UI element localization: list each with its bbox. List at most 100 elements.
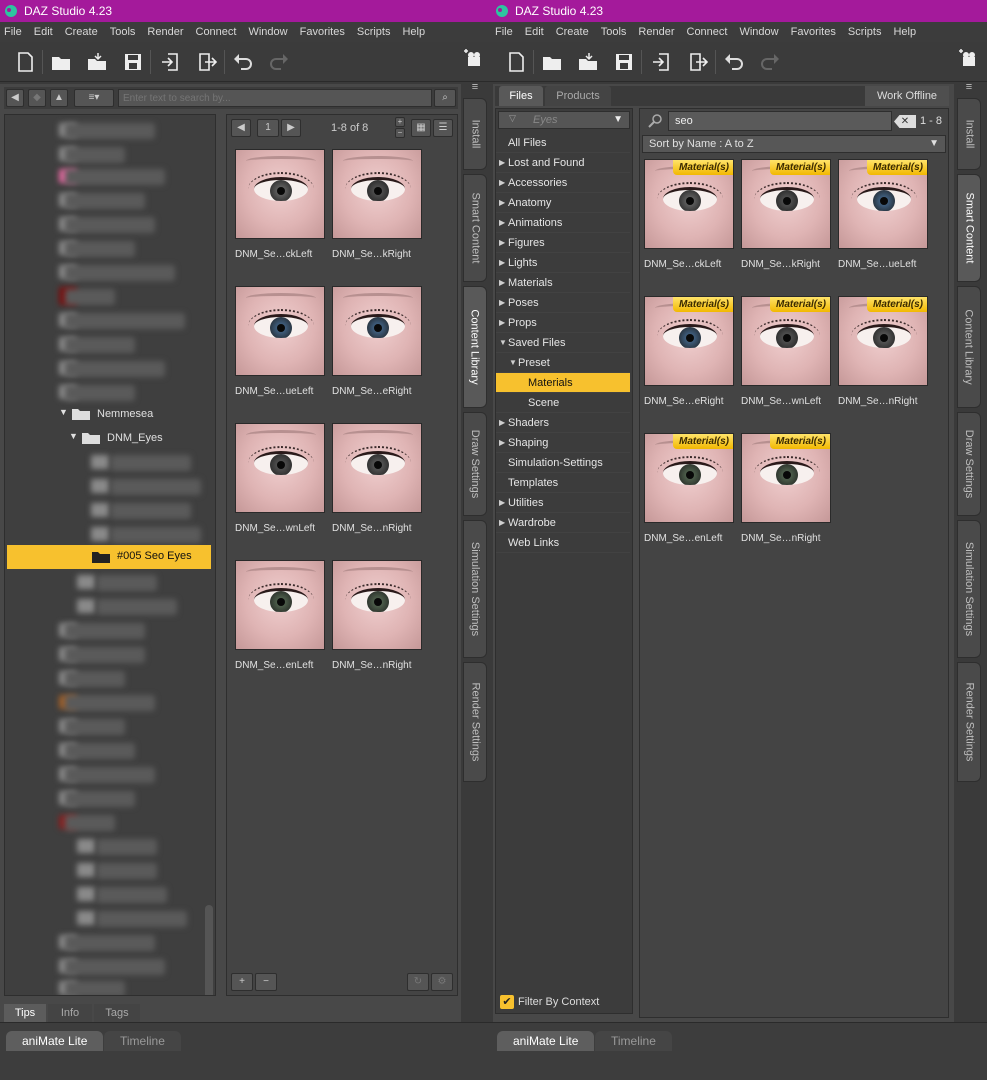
asset-thumbnail[interactable] — [235, 423, 325, 513]
redo-icon[interactable] — [268, 51, 290, 73]
menu-edit[interactable]: Edit — [525, 26, 544, 38]
menu-render[interactable]: Render — [638, 26, 674, 38]
category-item[interactable]: ▶ Animations — [496, 213, 630, 233]
tab-products[interactable]: Products — [545, 86, 611, 106]
save-icon[interactable] — [613, 51, 635, 73]
category-item[interactable]: ▶ Lost and Found — [496, 153, 630, 173]
expand-arrow-icon[interactable]: ▶ — [499, 493, 505, 513]
expand-arrow-icon[interactable]: ▼ — [59, 407, 68, 417]
next-page-icon[interactable]: ▶ — [281, 119, 301, 137]
filter-context-checkbox[interactable]: ✔ — [500, 995, 514, 1009]
new-file-icon[interactable] — [14, 51, 36, 73]
tab-animate-lite[interactable]: aniMate Lite — [497, 1031, 595, 1051]
tab-animate-lite[interactable]: aniMate Lite — [6, 1031, 104, 1051]
open-icon[interactable] — [50, 51, 72, 73]
save-icon[interactable] — [122, 51, 144, 73]
asset-thumbnail[interactable] — [332, 560, 422, 650]
expand-arrow-icon[interactable]: ▶ — [499, 173, 505, 193]
menu-create[interactable]: Create — [65, 26, 98, 38]
clear-search-icon[interactable]: ✕ — [894, 115, 916, 128]
forward-icon[interactable]: ◆ — [28, 89, 46, 107]
menu-help[interactable]: Help — [402, 26, 425, 38]
asset-thumbnail[interactable] — [235, 560, 325, 650]
category-item[interactable]: ▶ Lights — [496, 253, 630, 273]
menu-tools[interactable]: Tools — [601, 26, 627, 38]
export-icon[interactable] — [196, 51, 218, 73]
redo-icon[interactable] — [759, 51, 781, 73]
side-tab-install[interactable]: Install — [463, 98, 487, 170]
page-number[interactable]: 1 — [257, 119, 279, 137]
side-tab-smart-content[interactable]: Smart Content — [957, 174, 981, 282]
search-input[interactable] — [118, 89, 432, 107]
tree-folder-nemmesea[interactable]: Nemmesea — [97, 408, 153, 420]
side-tab-content-library[interactable]: Content Library — [463, 286, 487, 408]
add-button[interactable]: + — [231, 973, 253, 991]
asset-thumbnail[interactable] — [332, 149, 422, 239]
collapse-arrow-icon[interactable]: ▼ — [499, 333, 507, 353]
menu-favorites[interactable]: Favorites — [300, 26, 345, 38]
asset-thumbnail[interactable]: Material(s) — [644, 296, 734, 386]
category-item[interactable]: All Files — [496, 133, 630, 153]
category-item[interactable]: Templates — [496, 473, 630, 493]
import-icon[interactable] — [651, 51, 673, 73]
menu-connect[interactable]: Connect — [196, 26, 237, 38]
tab-tags[interactable]: Tags — [94, 1004, 140, 1022]
side-tab-simulation-settings[interactable]: Simulation Settings — [957, 520, 981, 658]
back-icon[interactable]: ◀ — [6, 89, 24, 107]
grid-view-icon[interactable]: ▦ — [411, 119, 431, 137]
expand-arrow-icon[interactable]: ▶ — [499, 253, 505, 273]
panel-menu-icon[interactable]: ≡ — [463, 81, 487, 93]
menu-help[interactable]: Help — [893, 26, 916, 38]
tree-selected-row[interactable]: #005 Seo Eyes — [7, 545, 211, 569]
asset-thumbnail[interactable]: Material(s) — [741, 433, 831, 523]
category-item[interactable]: ▶ Wardrobe — [496, 513, 630, 533]
side-tab-render-settings[interactable]: Render Settings — [957, 662, 981, 782]
category-item[interactable]: Scene — [496, 393, 630, 413]
category-item[interactable]: ▼ Preset — [496, 353, 630, 373]
import-icon[interactable] — [160, 51, 182, 73]
asset-thumbnail[interactable]: Material(s) — [838, 296, 928, 386]
expand-arrow-icon[interactable]: ▶ — [499, 273, 505, 293]
open-icon[interactable] — [541, 51, 563, 73]
category-item[interactable]: ▶ Poses — [496, 293, 630, 313]
category-item[interactable]: ▶ Accessories — [496, 173, 630, 193]
zoom-out-icon[interactable]: − — [395, 128, 405, 138]
prev-page-icon[interactable]: ◀ — [231, 119, 251, 137]
side-tab-simulation-settings[interactable]: Simulation Settings — [463, 520, 487, 658]
category-item[interactable]: Materials — [496, 373, 630, 393]
refresh-icon[interactable]: ↻ — [407, 973, 429, 991]
menu-tools[interactable]: Tools — [110, 26, 136, 38]
tree-folder-dnm-eyes[interactable]: DNM_Eyes — [107, 432, 163, 444]
asset-thumbnail[interactable] — [332, 423, 422, 513]
asset-thumbnail[interactable]: Material(s) — [644, 159, 734, 249]
expand-arrow-icon[interactable]: ▶ — [499, 413, 505, 433]
side-tab-smart-content[interactable]: Smart Content — [463, 174, 487, 282]
expand-arrow-icon[interactable]: ▶ — [499, 233, 505, 253]
asset-thumbnail[interactable]: Material(s) — [644, 433, 734, 523]
menu-connect[interactable]: Connect — [687, 26, 728, 38]
category-item[interactable]: ▶ Anatomy — [496, 193, 630, 213]
menu-file[interactable]: File — [495, 26, 513, 38]
expand-arrow-icon[interactable]: ▶ — [499, 193, 505, 213]
category-item[interactable]: Web Links — [496, 533, 630, 553]
new-file-icon[interactable] — [505, 51, 527, 73]
asset-thumbnail[interactable] — [235, 286, 325, 376]
camera-add-icon[interactable] — [462, 48, 484, 70]
category-item[interactable]: ▶ Props — [496, 313, 630, 333]
up-icon[interactable]: ▲ — [50, 89, 68, 107]
expand-arrow-icon[interactable]: ▶ — [499, 293, 505, 313]
asset-thumbnail[interactable] — [332, 286, 422, 376]
camera-add-icon[interactable] — [957, 48, 979, 70]
search-input[interactable] — [668, 111, 892, 131]
menu-edit[interactable]: Edit — [34, 26, 53, 38]
tab-tips[interactable]: Tips — [4, 1004, 46, 1022]
asset-thumbnail[interactable]: Material(s) — [838, 159, 928, 249]
search-icon[interactable]: ⌕ — [434, 89, 456, 107]
menu-render[interactable]: Render — [147, 26, 183, 38]
expand-arrow-icon[interactable]: ▶ — [499, 313, 505, 333]
side-tab-content-library[interactable]: Content Library — [957, 286, 981, 408]
menu-scripts[interactable]: Scripts — [357, 26, 391, 38]
tab-timeline[interactable]: Timeline — [104, 1031, 181, 1051]
expand-arrow-icon[interactable]: ▶ — [499, 153, 505, 173]
menu-file[interactable]: File — [4, 26, 22, 38]
